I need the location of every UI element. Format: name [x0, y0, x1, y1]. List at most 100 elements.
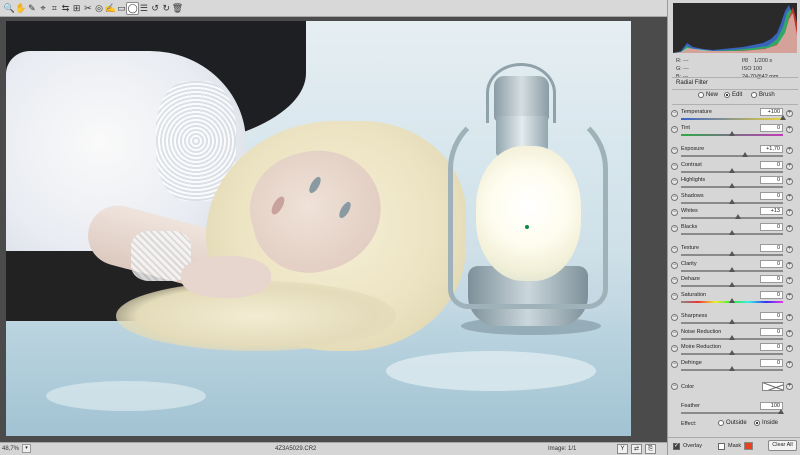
slider-thumb[interactable]	[729, 266, 735, 272]
increase-icon[interactable]: +	[786, 147, 793, 154]
decrease-icon[interactable]: −	[671, 193, 678, 201]
slider-value-field[interactable]: 0	[760, 343, 783, 351]
increase-icon[interactable]: +	[786, 329, 793, 337]
mode-brush[interactable]: Brush	[751, 92, 775, 98]
slider-value-field[interactable]: 0	[760, 358, 783, 367]
slider-value-field[interactable]: 0	[760, 290, 783, 299]
slider-value-field[interactable]: 0	[760, 222, 783, 231]
swap-icon[interactable]: ⇄	[631, 444, 642, 454]
before-after-button[interactable]: Y	[617, 444, 628, 454]
overlay-checkbox[interactable]: ✓	[673, 443, 680, 450]
effect-outside[interactable]: Outside	[718, 420, 747, 426]
mask-checkbox[interactable]	[718, 443, 725, 450]
decrease-icon[interactable]: −	[671, 178, 678, 185]
feather-thumb[interactable]	[778, 409, 784, 414]
slider-value-field[interactable]: +1,70	[760, 145, 783, 153]
radio-button[interactable]	[718, 420, 724, 426]
zoom-level[interactable]: 48,7%	[2, 446, 19, 452]
radio-button[interactable]	[754, 420, 760, 426]
slider-track[interactable]	[681, 155, 783, 157]
slider-thumb[interactable]	[729, 365, 735, 371]
decrease-icon[interactable]: −	[671, 147, 678, 154]
radio-button[interactable]	[698, 92, 704, 98]
increase-icon[interactable]: +	[786, 314, 793, 321]
decrease-icon[interactable]: −	[671, 110, 678, 117]
decrease-icon[interactable]: −	[671, 246, 678, 253]
decrease-icon[interactable]: −	[671, 125, 678, 133]
slider-track[interactable]	[681, 118, 783, 120]
slider-thumb[interactable]	[729, 334, 735, 340]
slider-thumb[interactable]	[780, 115, 786, 120]
slider-value-field[interactable]: 0	[760, 275, 783, 283]
clear-all-button[interactable]: Clear All	[768, 440, 797, 451]
slider-value-field[interactable]: 0	[760, 191, 783, 200]
slider-thumb[interactable]	[729, 229, 735, 235]
slider-label: Dehaze	[681, 276, 700, 282]
slider-track[interactable]	[681, 217, 783, 219]
increase-icon[interactable]: +	[786, 110, 793, 117]
color-add-icon[interactable]: +	[786, 383, 793, 390]
decrease-icon[interactable]: −	[671, 292, 678, 300]
photo-hand	[181, 256, 271, 298]
slider-thumb[interactable]	[729, 167, 735, 173]
increase-icon[interactable]: +	[786, 162, 793, 170]
slider-value-field[interactable]: 0	[760, 176, 783, 184]
increase-icon[interactable]: +	[786, 209, 793, 216]
mode-new[interactable]: New	[698, 92, 718, 98]
slider-label: Blacks	[681, 223, 698, 230]
slider-value-field[interactable]: 0	[760, 259, 783, 268]
mode-label: Edit	[732, 92, 743, 98]
decrease-icon[interactable]: −	[671, 345, 678, 352]
trash-icon[interactable]: 🗑	[171, 2, 184, 15]
slider-label: Contrast	[681, 161, 702, 168]
increase-icon[interactable]: +	[786, 193, 793, 201]
slider-thumb[interactable]	[729, 251, 735, 256]
photo-preview[interactable]	[6, 21, 631, 436]
slider-thumb[interactable]	[729, 198, 735, 204]
slider-thumb[interactable]	[729, 183, 735, 188]
slider-thumb[interactable]	[729, 319, 735, 324]
mode-edit[interactable]: Edit	[724, 92, 742, 98]
image-canvas[interactable]	[0, 17, 667, 442]
slider-thumb[interactable]	[729, 282, 735, 287]
slider-thumb[interactable]	[729, 130, 735, 136]
decrease-icon[interactable]: −	[671, 329, 678, 337]
increase-icon[interactable]: +	[786, 246, 793, 253]
slider-thumb[interactable]	[729, 350, 735, 355]
increase-icon[interactable]: +	[786, 125, 793, 133]
slider-value-field[interactable]: 0	[760, 123, 783, 132]
decrease-icon[interactable]: −	[671, 209, 678, 216]
radial-filter-pin[interactable]	[524, 224, 530, 230]
increase-icon[interactable]: +	[786, 292, 793, 300]
effect-inside[interactable]: Inside	[754, 420, 778, 426]
increase-icon[interactable]: +	[786, 345, 793, 352]
slider-thumb[interactable]	[735, 214, 742, 219]
increase-icon[interactable]: +	[786, 178, 793, 185]
decrease-icon[interactable]: −	[671, 314, 678, 321]
decrease-icon[interactable]: −	[671, 360, 678, 368]
feather-track[interactable]	[681, 412, 783, 414]
radio-button[interactable]	[751, 92, 757, 98]
increase-icon[interactable]: +	[786, 224, 793, 232]
decrease-icon[interactable]: −	[671, 224, 678, 232]
increase-icon[interactable]: +	[786, 360, 793, 368]
slider-thumb[interactable]	[742, 152, 749, 157]
radio-button[interactable]	[724, 92, 730, 98]
slider-value-field[interactable]: 0	[760, 244, 783, 252]
decrease-icon[interactable]: −	[671, 162, 678, 170]
slider-value-field[interactable]: 0	[760, 160, 783, 169]
copy-settings-icon[interactable]: ⎘	[645, 444, 656, 454]
increase-icon[interactable]: +	[786, 261, 793, 269]
color-reset-icon[interactable]: −	[671, 383, 678, 390]
slider-value-field[interactable]: +13	[760, 207, 783, 215]
slider-value-field[interactable]: 0	[760, 327, 783, 336]
decrease-icon[interactable]: −	[671, 261, 678, 269]
slider-thumb[interactable]	[729, 297, 735, 303]
increase-icon[interactable]: +	[786, 277, 793, 284]
color-swatch[interactable]	[762, 382, 784, 391]
zoom-dropdown-icon[interactable]: ▾	[22, 444, 31, 453]
mask-label: Mask	[728, 443, 742, 449]
decrease-icon[interactable]: −	[671, 277, 678, 284]
mask-color-swatch[interactable]	[744, 442, 753, 450]
slider-value-field[interactable]: 0	[760, 312, 783, 320]
